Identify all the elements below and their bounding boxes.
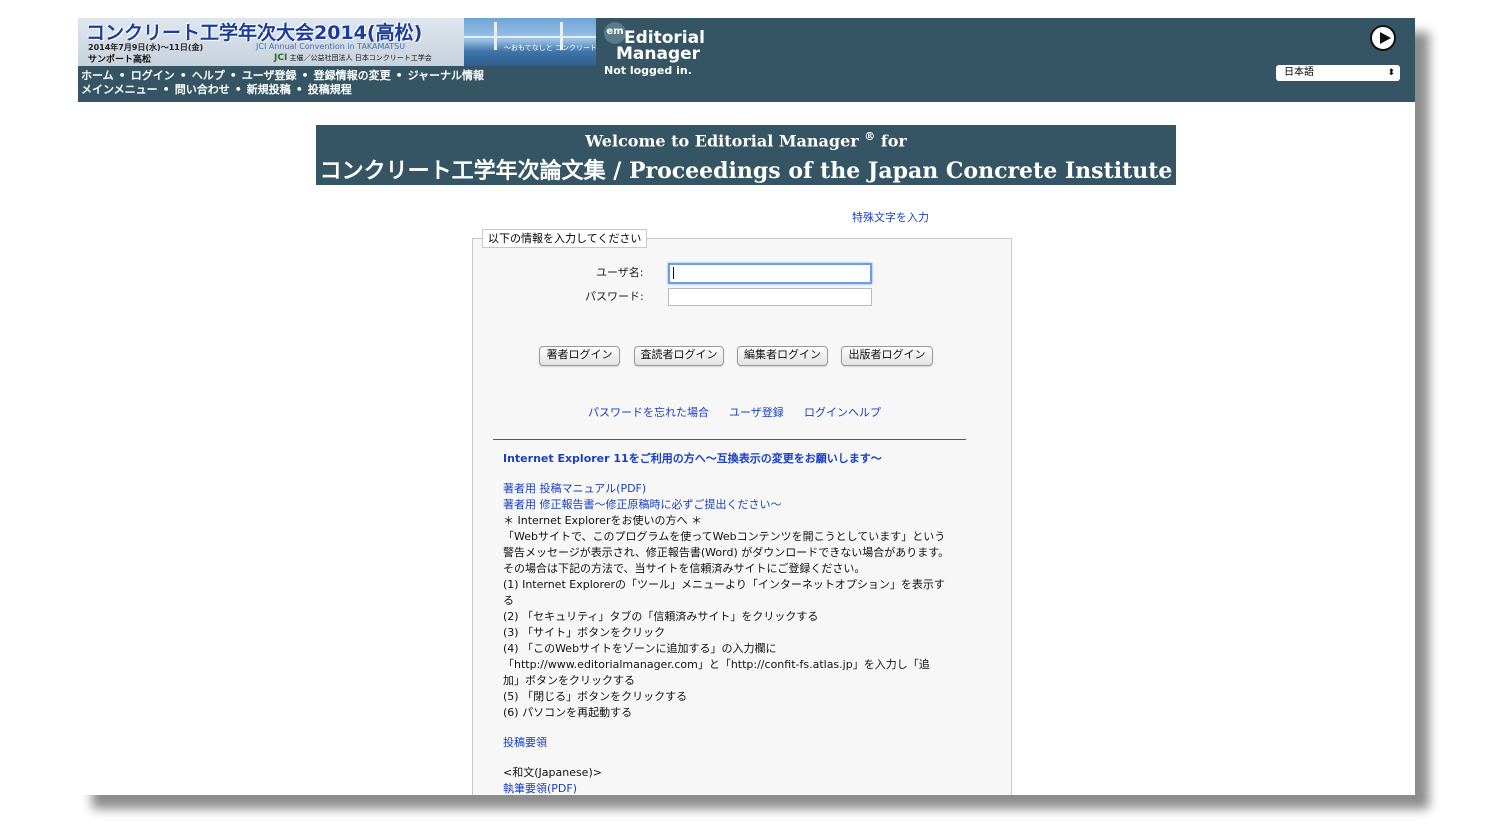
select-arrows-icon: ⬍ <box>1387 68 1395 78</box>
welcome-banner: Welcome to Editorial Manager ® for コンクリー… <box>316 125 1176 185</box>
site-header: コンクリート工学年次大会2014(高松) 2014年7月9日(水)～11日(金)… <box>78 18 1415 102</box>
username-input[interactable] <box>668 263 872 284</box>
notice-line: る <box>503 594 514 607</box>
language-value: 日本語 <box>1284 67 1314 78</box>
password-label: パスワード: <box>585 290 644 303</box>
welcome-line1: Welcome to Editorial Manager ® for <box>316 130 1176 150</box>
bridge-deck <box>464 36 596 44</box>
notice-line: 加」ボタンをクリックする <box>503 674 635 687</box>
notice-line: (4) 「このWebサイトをゾーンに追加する」の入力欄に <box>503 642 777 655</box>
editor-login-button[interactable]: 編集者ログイン <box>737 346 828 366</box>
nav-separator: • <box>395 69 403 82</box>
language-select[interactable]: 日本語 ⬍ <box>1276 65 1400 81</box>
revision-report-link[interactable]: 著者用 修正報告書～修正原稿時に必ずご提出ください～ <box>503 497 958 513</box>
registered-mark: ® <box>864 130 876 143</box>
banner-organizer: JCI 主催／公益社団法人 日本コンクリート工学会 <box>274 53 432 63</box>
banner-english: JCI Annual Convention in TAKAMATSU <box>256 42 406 51</box>
nav-journal-info[interactable]: ジャーナル情報 <box>408 69 484 82</box>
em-badge-icon: em <box>604 22 626 44</box>
login-status: Not logged in. <box>604 64 692 77</box>
nav-submission-rules[interactable]: 投稿規程 <box>308 83 352 96</box>
nav-row-1: ホーム • ログイン • ヘルプ • ユーザ登録 • 登録情報の変更 • ジャーナル情報 <box>81 69 484 83</box>
submission-guidelines-link[interactable]: 投稿要領 <box>503 735 958 751</box>
notice-line: (5) 「閉じる」ボタンをクリックする <box>503 690 688 703</box>
nav-help[interactable]: ヘルプ <box>192 69 225 82</box>
top-navigation: ホーム • ログイン • ヘルプ • ユーザ登録 • 登録情報の変更 • ジャーナル情報 メインメニ… <box>81 69 484 97</box>
forgot-password-link[interactable]: パスワードを忘れた場合 <box>588 404 709 420</box>
notice-line: 警告メッセージが表示され、修正報告書(Word) がダウンロードできない場合があ… <box>503 546 950 559</box>
nav-login[interactable]: ログイン <box>131 69 175 82</box>
banner-venue: サンポート高松 <box>88 55 152 65</box>
photo-caption: ～おもてなしと コンクリート～ <box>504 44 596 52</box>
nav-row-2: メインメニュー • 問い合わせ • 新規投稿 • 投稿規程 <box>81 83 484 97</box>
nav-separator: • <box>295 83 303 96</box>
text-caret <box>673 267 674 279</box>
nav-update-info[interactable]: 登録情報の変更 <box>314 69 391 82</box>
special-characters-link[interactable]: 特殊文字を入力 <box>852 209 929 225</box>
nav-contact[interactable]: 問い合わせ <box>175 83 230 96</box>
notice-line: 「http://www.editorialmanager.com」と「http:… <box>503 658 930 671</box>
welcome-text: Welcome to Editorial Manager <box>585 131 859 151</box>
writing-guidelines-link[interactable]: 執筆要領(PDF) <box>503 781 958 795</box>
bridge-photo: ～おもてなしと コンクリート～ <box>464 18 596 66</box>
publisher-login-button[interactable]: 出版者ログイン <box>841 346 933 366</box>
notice-line: (3) 「サイト」ボタンをクリック <box>503 626 666 639</box>
notice-line: 「Webサイトで、このプログラムを使ってWebコンテンツを開こうとしています」と… <box>503 530 946 543</box>
notice-line: (1) Internet Explorerの「ツール」メニューより「インターネッ… <box>503 578 945 591</box>
browser-window: コンクリート工学年次大会2014(高松) 2014年7月9日(水)～11日(金)… <box>78 18 1415 795</box>
author-manual-link[interactable]: 著者用 投稿マニュアル(PDF) <box>503 481 958 497</box>
reviewer-login-button[interactable]: 査読者ログイン <box>634 346 724 366</box>
notice-content: Internet Explorer 11をご利用の方へ～互換表示の変更をお願いし… <box>503 451 958 795</box>
nav-separator: • <box>118 69 126 82</box>
register-link[interactable]: ユーザ登録 <box>729 404 784 420</box>
nav-register[interactable]: ユーザ登録 <box>242 69 297 82</box>
nav-home[interactable]: ホーム <box>81 69 114 82</box>
nav-new-submission[interactable]: 新規投稿 <box>247 83 291 96</box>
login-help-link[interactable]: ログインヘルプ <box>804 404 881 420</box>
notice-line: (6) パソコンを再起動する <box>503 706 633 719</box>
notice-line: ＊ Internet Explorerをお使いの方へ ＊ <box>503 514 702 527</box>
jci-logo: JCI <box>274 53 288 63</box>
japanese-label: <和文(Japanese)> <box>503 766 602 779</box>
red-divider <box>493 439 966 440</box>
conference-banner[interactable]: コンクリート工学年次大会2014(高松) 2014年7月9日(水)～11日(金)… <box>78 18 464 66</box>
play-icon[interactable] <box>1370 25 1396 51</box>
author-login-button[interactable]: 著者ログイン <box>539 346 620 366</box>
notice-line: その場合は下記の方法で、当サイトを信頼済みサイトにご登録ください。 <box>503 562 866 575</box>
nav-separator: • <box>162 83 170 96</box>
nav-separator: • <box>234 83 242 96</box>
notice-line: (2) 「セキュリティ」タブの「信頼済みサイト」をクリックする <box>503 610 819 623</box>
nav-separator: • <box>301 69 309 82</box>
journal-title: コンクリート工学年次論文集 / Proceedings of the Japan… <box>319 158 1173 184</box>
nav-separator: • <box>179 69 187 82</box>
nav-main-menu[interactable]: メインメニュー <box>81 83 158 96</box>
ie11-notice-link[interactable]: Internet Explorer 11をご利用の方へ～互換表示の変更をお願いし… <box>503 451 958 467</box>
username-label: ユーザ名: <box>596 266 644 279</box>
password-input[interactable] <box>668 288 872 306</box>
welcome-for: for <box>880 131 907 151</box>
banner-title: コンクリート工学年次大会2014(高松) <box>86 22 423 44</box>
banner-org-text: 主催／公益社団法人 日本コンクリート工学会 <box>289 54 432 62</box>
login-legend: 以下の情報を入力してください <box>482 229 648 248</box>
logo-line2: Manager <box>616 44 701 64</box>
nav-separator: • <box>229 69 237 82</box>
bridge-tower <box>494 22 497 50</box>
